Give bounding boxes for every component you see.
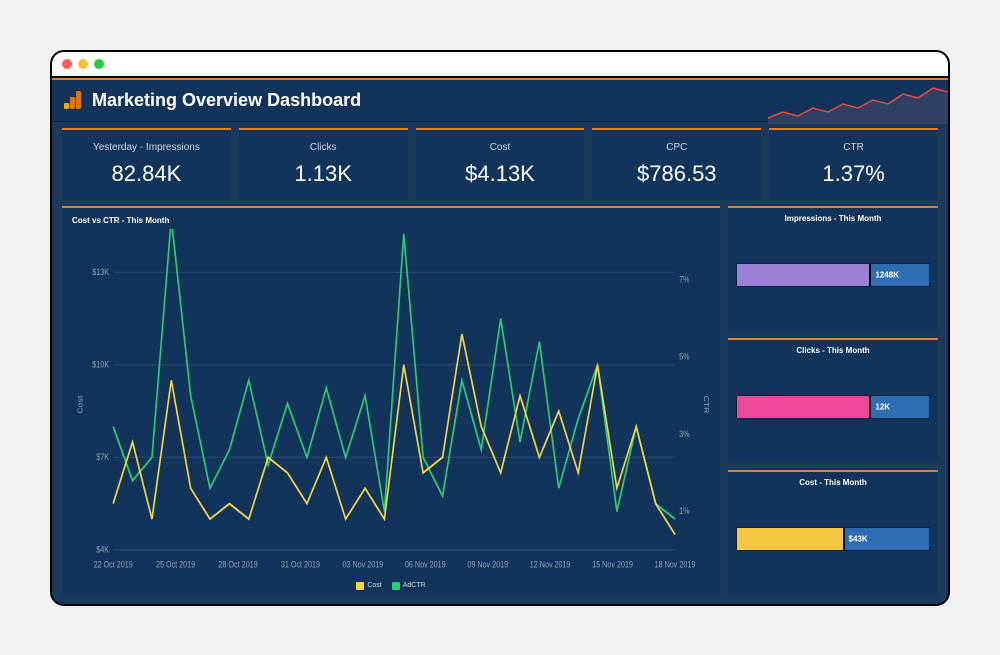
legend-ctr: AdCTR (392, 582, 426, 590)
chart-legend: Cost AdCTR (72, 580, 710, 590)
kpi-label: Yesterday - Impressions (93, 142, 200, 153)
legend-cost: Cost (356, 582, 381, 590)
legend-ctr-label: AdCTR (403, 582, 426, 589)
kpi-clicks: Clicks 1.13K (239, 128, 408, 200)
close-icon[interactable] (62, 59, 72, 69)
svg-text:03 Nov 2019: 03 Nov 2019 (342, 559, 383, 569)
kpi-ctr: CTR 1.37% (769, 128, 938, 200)
svg-text:25 Oct 2019: 25 Oct 2019 (156, 559, 196, 569)
svg-text:31 Oct 2019: 31 Oct 2019 (281, 559, 321, 569)
svg-text:28 Oct 2019: 28 Oct 2019 (218, 559, 258, 569)
bar-wrap: 12K (736, 359, 930, 456)
kpi-row: Yesterday - Impressions 82.84K Clicks 1.… (62, 128, 938, 200)
kpi-value: 82.84K (112, 161, 182, 187)
svg-text:Cost: Cost (76, 394, 84, 413)
kpi-label: Clicks (310, 142, 337, 153)
bar-wrap: 1248K (736, 227, 930, 324)
kpi-value: 1.13K (294, 161, 352, 187)
kpi-label: CTR (843, 142, 864, 153)
clicks-month-card: Clicks - This Month 12K (728, 338, 938, 462)
minimize-icon[interactable] (78, 59, 88, 69)
header-sparkline (768, 80, 948, 124)
svg-text:$4K: $4K (96, 544, 109, 554)
panel-title: Impressions - This Month (736, 214, 930, 223)
svg-text:1%: 1% (679, 506, 689, 516)
cost-month-card: Cost - This Month $43K (728, 470, 938, 594)
svg-text:$7K: $7K (96, 452, 109, 462)
svg-text:06 Nov 2019: 06 Nov 2019 (405, 559, 446, 569)
kpi-cost: Cost $4.13K (416, 128, 585, 200)
charts-row: Cost vs CTR - This Month $4K $7K $10K $13K 1… (62, 206, 938, 594)
cost-vs-ctr-chart: Cost vs CTR - This Month $4K $7K $10K $13K 1… (62, 206, 720, 594)
svg-text:$13K: $13K (92, 267, 109, 277)
dashboard-header: Marketing Overview Dashboard (52, 78, 948, 122)
svg-text:7%: 7% (679, 274, 689, 284)
kpi-value: $4.13K (465, 161, 535, 187)
chart-title: Cost vs CTR - This Month (72, 216, 710, 225)
window-titlebar (52, 52, 948, 78)
kpi-label: Cost (490, 142, 511, 153)
kpi-label: CPC (666, 142, 687, 153)
kpi-value: $786.53 (637, 161, 717, 187)
svg-text:$10K: $10K (92, 359, 109, 369)
app-window: Marketing Overview Dashboard Yesterday -… (50, 50, 950, 606)
dashboard-title: Marketing Overview Dashboard (92, 90, 361, 111)
hbar-value: 12K (871, 403, 890, 412)
svg-text:15 Nov 2019: 15 Nov 2019 (592, 559, 633, 569)
maximize-icon[interactable] (94, 59, 104, 69)
svg-text:18 Nov 2019: 18 Nov 2019 (655, 559, 696, 569)
panel-title: Clicks - This Month (736, 346, 930, 355)
bar-wrap: $43K (736, 491, 930, 588)
svg-text:5%: 5% (679, 352, 689, 362)
chart-canvas: $4K $7K $10K $13K 1% 3% 5% 7% 22 Oct 2019 25 Oct … (72, 229, 710, 580)
svg-text:22 Oct 2019: 22 Oct 2019 (94, 559, 134, 569)
header-logo-group: Marketing Overview Dashboard (64, 90, 361, 111)
analytics-icon (64, 91, 82, 109)
hbar-value: 1248K (871, 271, 899, 280)
kpi-cpc: CPC $786.53 (592, 128, 761, 200)
svg-text:3%: 3% (679, 429, 689, 439)
kpi-impressions: Yesterday - Impressions 82.84K (62, 128, 231, 200)
svg-text:09 Nov 2019: 09 Nov 2019 (467, 559, 508, 569)
svg-text:12 Nov 2019: 12 Nov 2019 (530, 559, 571, 569)
kpi-value: 1.37% (822, 161, 884, 187)
panel-title: Cost - This Month (736, 478, 930, 487)
side-panels: Impressions - This Month 1248K Clicks - … (728, 206, 938, 594)
legend-cost-label: Cost (367, 582, 381, 589)
hbar-value: $43K (845, 535, 868, 544)
hbar-clicks: 12K (736, 395, 930, 419)
dashboard-content: Yesterday - Impressions 82.84K Clicks 1.… (52, 122, 948, 604)
svg-text:CTR: CTR (702, 395, 710, 413)
hbar-impressions: 1248K (736, 263, 930, 287)
hbar-cost: $43K (736, 527, 930, 551)
impressions-month-card: Impressions - This Month 1248K (728, 206, 938, 330)
